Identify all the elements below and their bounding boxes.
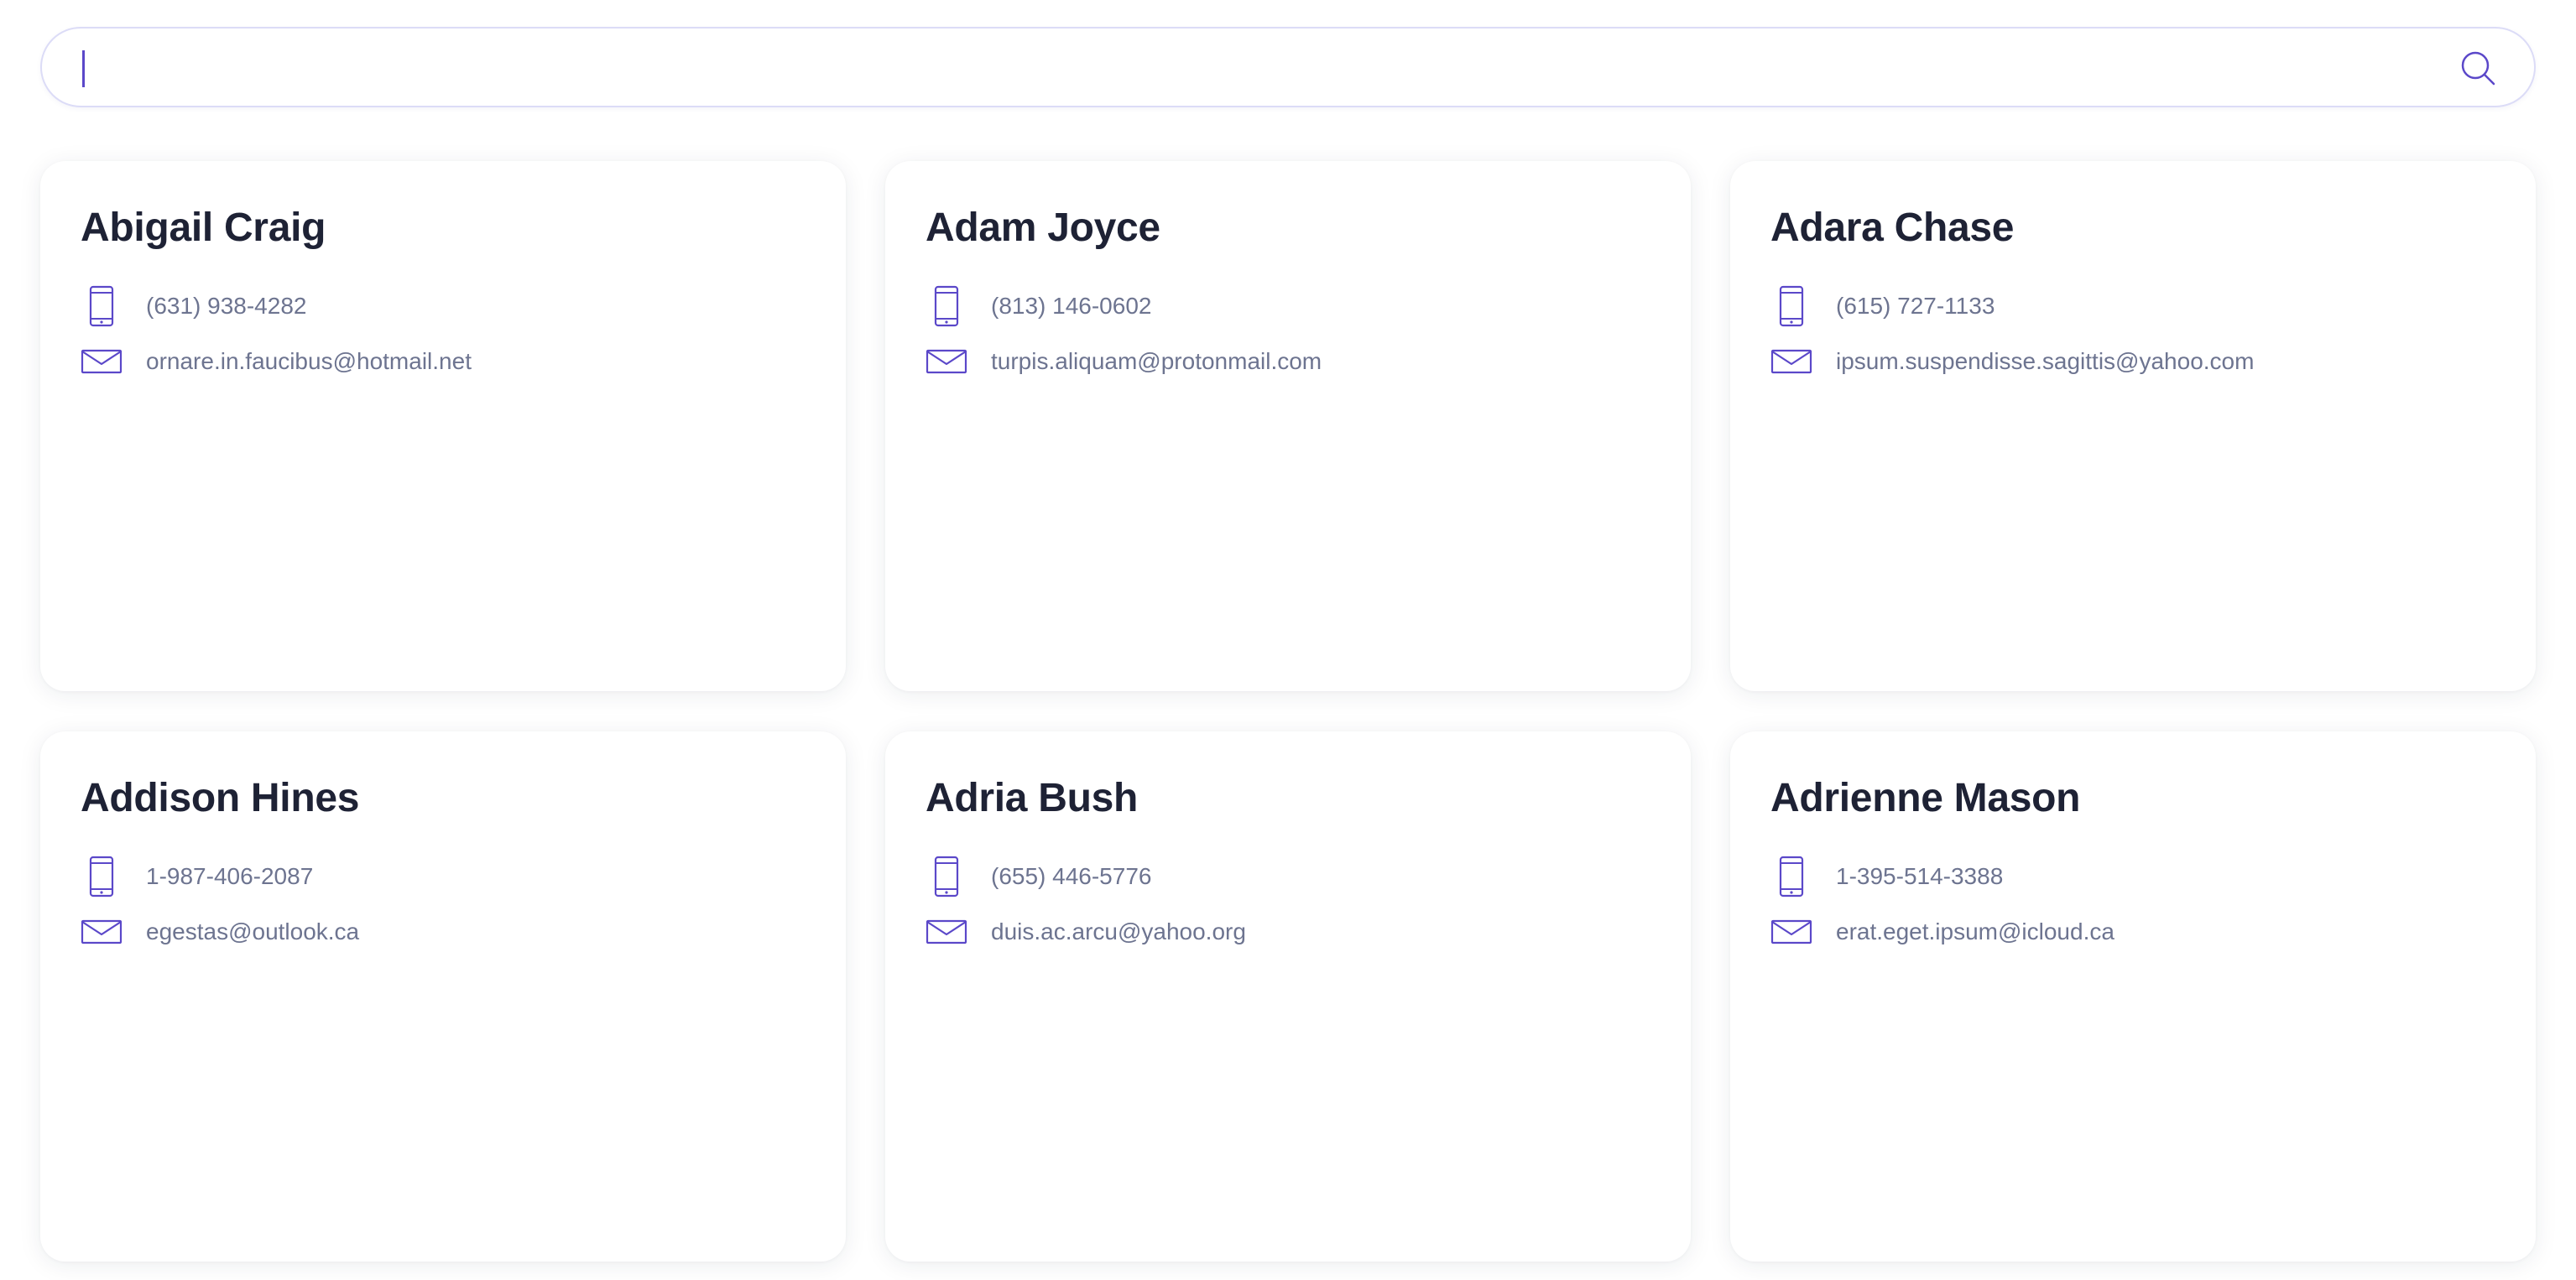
contact-email[interactable]: turpis.aliquam@protonmail.com (991, 348, 1322, 375)
contact-card[interactable]: Adrienne Mason 1-395-514-3388 erat.eget.… (1730, 731, 2536, 1262)
mail-icon (81, 911, 123, 953)
email-row: ornare.in.faucibus@hotmail.net (81, 341, 806, 382)
contact-phone[interactable]: (631) 938-4282 (146, 293, 306, 320)
contact-phone[interactable]: (615) 727-1133 (1836, 293, 1995, 320)
contact-card[interactable]: Adara Chase (615) 727-1133 ipsum.suspend… (1730, 161, 2536, 691)
mail-icon (81, 341, 123, 382)
contact-card[interactable]: Adam Joyce (813) 146-0602 turpis.aliquam… (885, 161, 1691, 691)
mail-icon (926, 911, 967, 953)
contact-phone[interactable]: 1-987-406-2087 (146, 863, 313, 890)
phone-row: (655) 446-5776 (926, 856, 1650, 898)
mail-icon (1770, 341, 1812, 382)
phone-icon (1770, 285, 1812, 327)
contact-card[interactable]: Adria Bush (655) 446-5776 duis.ac.arcu@y… (885, 731, 1691, 1262)
contact-name: Abigail Craig (81, 206, 326, 250)
phone-row: 1-987-406-2087 (81, 856, 806, 898)
phone-row: (615) 727-1133 (1770, 285, 2495, 327)
contact-email[interactable]: duis.ac.arcu@yahoo.org (991, 918, 1246, 945)
phone-icon (926, 856, 967, 898)
email-row: egestas@outlook.ca (81, 911, 806, 953)
contacts-page: Abigail Craig (631) 938-4282 ornare.in.f… (0, 0, 2576, 1280)
contact-grid: Abigail Craig (631) 938-4282 ornare.in.f… (40, 161, 2536, 1262)
contact-name: Adara Chase (1770, 206, 2015, 250)
contact-name: Adam Joyce (926, 206, 1160, 250)
contact-name: Adrienne Mason (1770, 776, 2081, 820)
contact-phone[interactable]: (655) 446-5776 (991, 863, 1151, 890)
email-row: erat.eget.ipsum@icloud.ca (1770, 911, 2495, 953)
phone-icon (81, 285, 123, 327)
email-row: ipsum.suspendisse.sagittis@yahoo.com (1770, 341, 2495, 382)
phone-icon (926, 285, 967, 327)
contact-card[interactable]: Abigail Craig (631) 938-4282 ornare.in.f… (40, 161, 846, 691)
contact-name: Addison Hines (81, 776, 360, 820)
phone-row: 1-395-514-3388 (1770, 856, 2495, 898)
contact-email[interactable]: erat.eget.ipsum@icloud.ca (1836, 918, 2115, 945)
mail-icon (1770, 911, 1812, 953)
search-input[interactable] (82, 29, 2415, 106)
contact-card[interactable]: Addison Hines 1-987-406-2087 egestas@out… (40, 731, 846, 1262)
search-bar[interactable] (40, 27, 2536, 107)
contact-phone[interactable]: (813) 146-0602 (991, 293, 1151, 320)
contact-name: Adria Bush (926, 776, 1139, 820)
phone-row: (813) 146-0602 (926, 285, 1650, 327)
contact-email[interactable]: ipsum.suspendisse.sagittis@yahoo.com (1836, 348, 2254, 375)
email-row: turpis.aliquam@protonmail.com (926, 341, 1650, 382)
text-cursor (82, 50, 85, 87)
mail-icon (926, 341, 967, 382)
contact-email[interactable]: egestas@outlook.ca (146, 918, 359, 945)
search-icon[interactable] (2459, 49, 2497, 87)
phone-icon (1770, 856, 1812, 898)
contact-phone[interactable]: 1-395-514-3388 (1836, 863, 2003, 890)
phone-row: (631) 938-4282 (81, 285, 806, 327)
contact-email[interactable]: ornare.in.faucibus@hotmail.net (146, 348, 472, 375)
email-row: duis.ac.arcu@yahoo.org (926, 911, 1650, 953)
phone-icon (81, 856, 123, 898)
